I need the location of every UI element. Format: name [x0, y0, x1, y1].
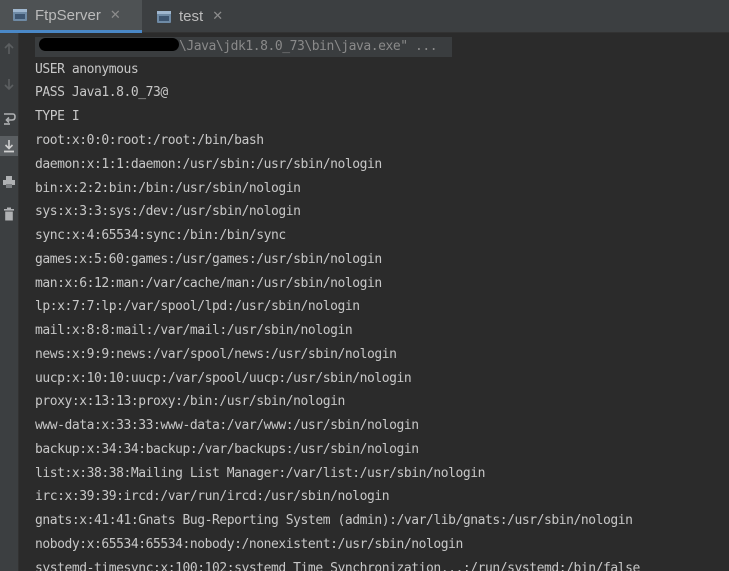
console-line: daemon:x:1:1:daemon:/usr/sbin:/usr/sbin/… [35, 157, 382, 172]
console-line: man:x:6:12:man:/var/cache/man:/usr/sbin/… [35, 276, 382, 291]
console-line: news:x:9:9:news:/var/spool/news:/usr/sbi… [35, 347, 397, 362]
tab-test[interactable]: test ✕ [144, 0, 244, 33]
tab-label: test [179, 8, 204, 25]
console-line: backup:x:34:34:backup:/var/backups:/usr/… [35, 442, 419, 457]
tab-ftpserver[interactable]: FtpServer ✕ [0, 0, 142, 33]
console-line: gnats:x:41:41:Gnats Bug-Reporting System… [35, 513, 633, 528]
console-output[interactable]: \Java\jdk1.8.0_73\bin\java.exe" ... USER… [19, 33, 729, 571]
console-line: list:x:38:38:Mailing List Manager:/var/l… [35, 466, 485, 481]
trash-icon[interactable] [0, 204, 18, 224]
console-line: sync:x:4:65534:sync:/bin:/bin/sync [35, 228, 286, 243]
console-line: USER anonymous [35, 62, 139, 77]
console-line: bin:x:2:2:bin:/bin:/usr/sbin/nologin [35, 181, 301, 196]
run-tab-bar: FtpServer ✕ test ✕ [0, 0, 729, 33]
console-line: www-data:x:33:33:www-data:/var/www:/usr/… [35, 418, 419, 433]
console-line: irc:x:39:39:ircd:/var/run/ircd:/usr/sbin… [35, 489, 390, 504]
close-icon[interactable]: ✕ [212, 9, 223, 24]
console-line: lp:x:7:7:lp:/var/spool/lpd:/usr/sbin/nol… [35, 299, 360, 314]
class-file-icon [156, 9, 172, 25]
console-line: nobody:x:65534:65534:nobody:/nonexistent… [35, 537, 463, 552]
console-line: uucp:x:10:10:uucp:/var/spool/uucp:/usr/s… [35, 371, 412, 386]
console-line: mail:x:8:8:mail:/var/mail:/usr/sbin/nolo… [35, 323, 353, 338]
print-icon[interactable] [0, 172, 18, 192]
tab-label: FtpServer [35, 6, 101, 24]
console-line: PASS Java1.8.0_73@ [35, 85, 168, 100]
console-line: TYPE I [35, 109, 80, 124]
console-line: root:x:0:0:root:/root:/bin/bash [35, 133, 264, 148]
scroll-to-end-icon[interactable] [0, 136, 18, 156]
command-text: \Java\jdk1.8.0_73\bin\java.exe" ... [179, 39, 438, 54]
class-file-icon [12, 7, 28, 23]
console-line: sys:x:3:3:sys:/dev:/usr/sbin/nologin [35, 204, 301, 219]
console-line: systemd-timesync:x:100:102:systemd Time … [35, 561, 640, 571]
ide-window: FtpServer ✕ test ✕ \Java\jdk1.8.0_73\bin… [0, 0, 729, 571]
command-line: \Java\jdk1.8.0_73\bin\java.exe" ... [35, 37, 452, 57]
close-icon[interactable]: ✕ [110, 8, 121, 23]
console-toolbar [0, 33, 19, 571]
soft-wrap-icon[interactable] [0, 108, 18, 128]
console-line: games:x:5:60:games:/usr/games:/usr/sbin/… [35, 252, 382, 267]
redacted-path [39, 38, 179, 51]
arrow-up-icon[interactable] [0, 39, 18, 59]
console-line: proxy:x:13:13:proxy:/bin:/usr/sbin/nolog… [35, 394, 345, 409]
arrow-down-icon[interactable] [0, 74, 18, 94]
